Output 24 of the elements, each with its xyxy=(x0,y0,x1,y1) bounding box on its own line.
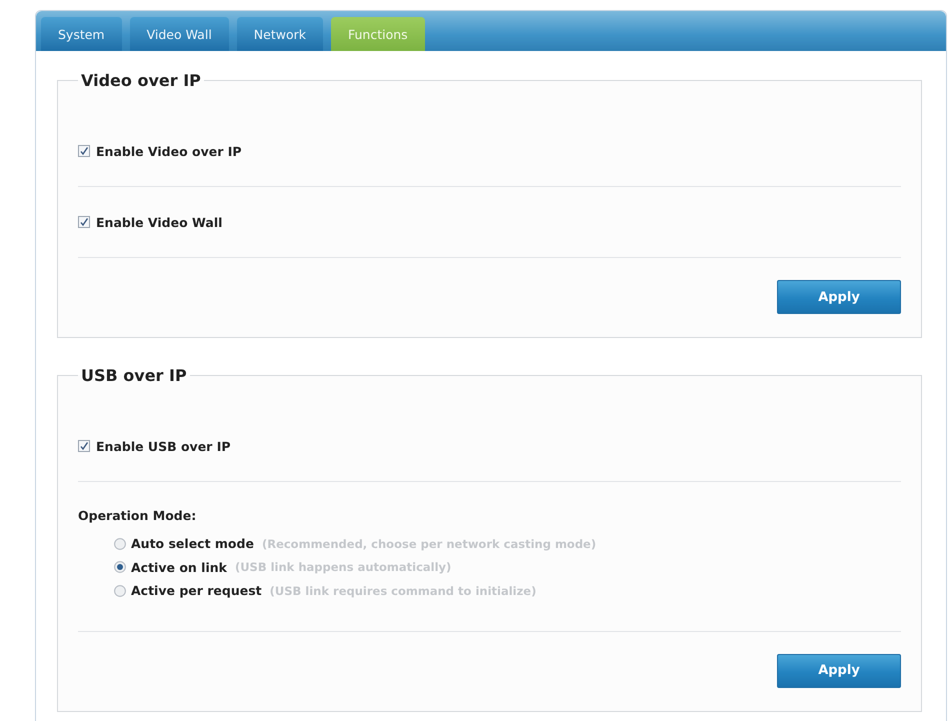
checkbox-label: Enable Video over IP xyxy=(96,144,242,158)
section-title: Video over IP xyxy=(80,71,202,90)
checkbox[interactable] xyxy=(78,440,90,452)
apply-button[interactable]: Apply xyxy=(777,280,901,314)
checkbox-label: Enable Video Wall xyxy=(96,214,222,230)
radio-label: Active per request xyxy=(131,583,262,598)
option-hint: (USB link requires command to initialize) xyxy=(270,584,536,598)
radio-button[interactable] xyxy=(114,584,126,597)
apply-button[interactable]: Apply xyxy=(777,654,901,688)
tab[interactable]: Video Wall xyxy=(130,17,229,51)
option-hint: (Recommended, choose per network casting mode) xyxy=(262,536,596,551)
checkbox-label: Enable USB over IP xyxy=(96,438,231,454)
option-hint: (USB link happens automatically) xyxy=(234,560,452,574)
tab[interactable]: System xyxy=(41,17,122,51)
radio-button[interactable] xyxy=(114,561,126,574)
radio-button[interactable] xyxy=(114,538,126,550)
group-label: Operation Mode: xyxy=(78,508,198,523)
radio-label: Auto select mode xyxy=(131,536,254,552)
radio-label: Active on link xyxy=(131,560,227,575)
checkbox[interactable] xyxy=(78,145,90,157)
tab[interactable]: Functions xyxy=(331,17,425,51)
tab[interactable]: Network xyxy=(236,17,323,51)
section-title: USB over IP xyxy=(80,366,188,385)
checkbox[interactable] xyxy=(78,216,90,228)
